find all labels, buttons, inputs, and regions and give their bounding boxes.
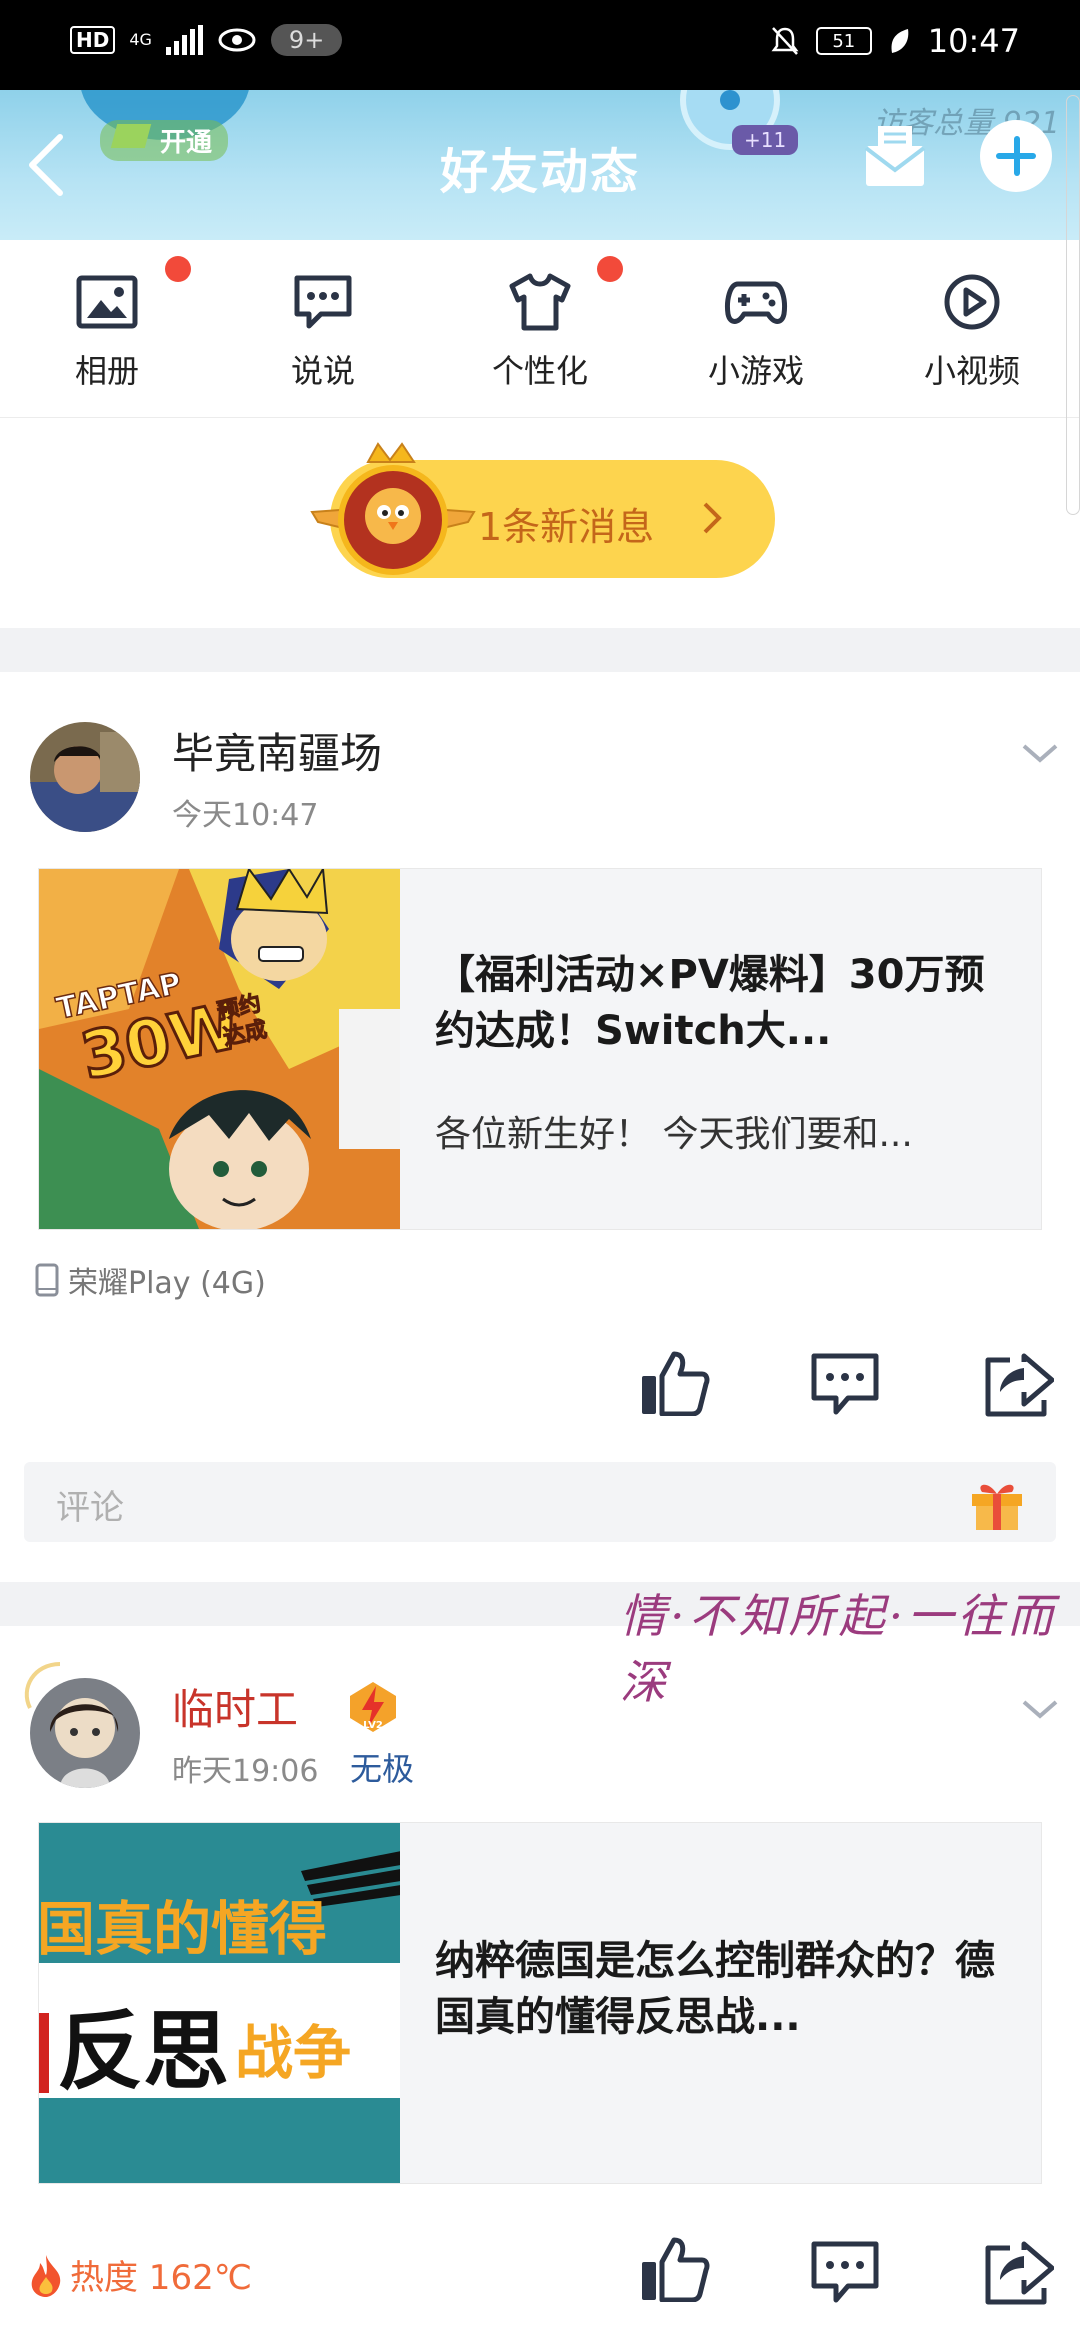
post-time: 今天10:47 bbox=[172, 798, 319, 833]
level-badge-icon: LV2 bbox=[350, 1682, 396, 1732]
unread-dot bbox=[597, 256, 623, 282]
share-icon[interactable] bbox=[984, 2240, 1054, 2306]
play-circle-icon bbox=[944, 274, 1000, 330]
shortcut-label: 个性化 bbox=[491, 352, 588, 390]
chevron-down-icon[interactable] bbox=[1020, 742, 1060, 766]
comment-icon[interactable] bbox=[810, 2240, 880, 2306]
shortcut-photo-album[interactable]: 相册 bbox=[32, 270, 182, 392]
chat-bubble-icon bbox=[294, 275, 352, 329]
share-icon[interactable] bbox=[984, 1352, 1054, 1418]
decorative-banner: 情·不知所起·一往而深 bbox=[620, 1589, 1058, 1709]
device-info: 荣耀Play (4G) bbox=[34, 1258, 266, 1302]
avatar-frame-decoration bbox=[24, 1662, 61, 1709]
clock: 10:47 bbox=[927, 22, 1020, 60]
shortcut-label: 说说 bbox=[290, 352, 355, 390]
leaf-icon bbox=[891, 29, 909, 53]
new-message-label: 1条新消息 bbox=[478, 505, 655, 549]
shared-article-card[interactable]: TAPTAP 30W 预约 达成 【福利活动×PV爆料】30万预约达成！Swit… bbox=[38, 868, 1042, 1230]
shortcut-label: 小游戏 bbox=[707, 352, 804, 390]
thumbnail-text: 战争 bbox=[235, 2019, 351, 2087]
fire-icon bbox=[31, 2254, 61, 2297]
header-bar: 开通 好友动态 +11 访客总量 921 bbox=[0, 90, 1080, 240]
chevron-down-icon[interactable] bbox=[1020, 1698, 1060, 1722]
rank-emblem-icon bbox=[310, 442, 476, 575]
shortcut-shuoshuo[interactable]: 说说 bbox=[248, 270, 398, 392]
heat-indicator: 热度 162℃ bbox=[28, 2250, 252, 2299]
comment-input[interactable]: 评论 bbox=[24, 1462, 1056, 1542]
article-thumbnail: TAPTAP 30W 预约 达成 bbox=[39, 869, 400, 1229]
comment-placeholder: 评论 bbox=[56, 1488, 124, 1528]
avatar[interactable] bbox=[30, 722, 140, 832]
shortcut-personalize[interactable]: 个性化 bbox=[465, 270, 615, 392]
shortcut-mini-video[interactable]: 小视频 bbox=[897, 270, 1047, 392]
gamepad-icon bbox=[725, 281, 787, 324]
battery-indicator: 51 bbox=[815, 27, 872, 55]
phone-icon bbox=[35, 1263, 59, 1297]
network-type: 4G bbox=[129, 30, 152, 49]
level-text: LV2 bbox=[363, 1720, 383, 1731]
shortcut-label: 小视频 bbox=[923, 352, 1020, 390]
post-time: 昨天19:06 bbox=[172, 1754, 319, 1789]
shortcut-label: 相册 bbox=[74, 352, 139, 390]
notification-count: 9+ bbox=[270, 24, 343, 56]
mailbox-icon[interactable] bbox=[860, 120, 930, 190]
comment-icon[interactable] bbox=[810, 1352, 880, 1418]
username[interactable]: 毕竟南疆场 bbox=[172, 720, 382, 781]
new-message-area: 1条新消息 bbox=[0, 418, 1080, 628]
signal-icon bbox=[165, 25, 203, 55]
status-bar: HD 4G 9+ 51 10:47 bbox=[0, 0, 1080, 90]
hd-indicator: HD bbox=[70, 26, 116, 54]
shortcut-bar: 相册 说说 个性化 小游戏 小视频 bbox=[0, 240, 1080, 418]
heat-label: 热度 162℃ bbox=[70, 2258, 252, 2298]
user-tag[interactable]: 无极 bbox=[350, 1744, 414, 1790]
mute-bell-icon bbox=[771, 27, 799, 55]
eye-icon bbox=[218, 28, 256, 52]
thumbnail-text: 反思 bbox=[57, 2002, 229, 2102]
like-icon[interactable] bbox=[640, 2236, 710, 2302]
article-thumbnail: 国真的懂得 反思 战争 bbox=[39, 1823, 400, 2183]
username[interactable]: 临时工 bbox=[172, 1676, 298, 1737]
like-icon[interactable] bbox=[640, 1350, 710, 1416]
unread-dot bbox=[165, 256, 191, 282]
section-divider bbox=[0, 628, 1080, 672]
add-button[interactable] bbox=[980, 120, 1052, 192]
photo-icon bbox=[76, 275, 138, 329]
tshirt-icon bbox=[509, 273, 571, 331]
chevron-right-icon bbox=[703, 502, 722, 534]
shared-article-card[interactable]: 国真的懂得 反思 战争 纳粹德国是怎么控制群众的？德国真的懂得反思战... bbox=[38, 1822, 1042, 2184]
device-label: 荣耀Play (4G) bbox=[68, 1266, 266, 1301]
thumbnail-text: 国真的懂得 bbox=[39, 1895, 327, 1963]
notification-badge: +11 bbox=[732, 125, 799, 155]
shortcut-mini-games[interactable]: 小游戏 bbox=[681, 270, 831, 392]
article-description: 各位新生好！ 今天我们要和... bbox=[435, 1114, 913, 1155]
article-title: 【福利活动×PV爆料】30万预约达成！Switch大... bbox=[435, 952, 985, 1054]
article-title: 纳粹德国是怎么控制群众的？德国真的懂得反思战... bbox=[435, 1938, 995, 2040]
gift-icon[interactable] bbox=[968, 1476, 1026, 1532]
